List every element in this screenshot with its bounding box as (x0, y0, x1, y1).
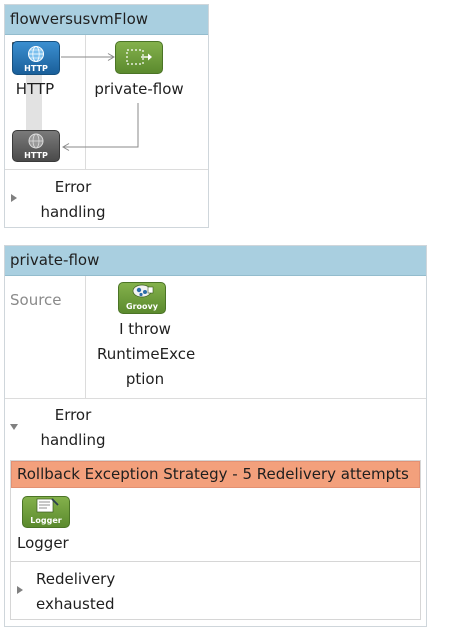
http-response-caption: HTTP (24, 151, 48, 160)
groovy-label-line2: RuntimeExce (97, 345, 196, 363)
error-handling-line1: Error (54, 178, 92, 196)
error-handling-line2: handling (40, 203, 106, 221)
expand-redelivery-icon[interactable] (17, 586, 23, 594)
redelivery-divider (11, 561, 420, 562)
redelivery-line2: exhausted (36, 595, 115, 613)
http-response-icon[interactable]: HTTP (12, 130, 60, 162)
redelivery-line1: Redelivery (36, 570, 116, 588)
rollback-strategy-title[interactable]: Rollback Exception Strategy - 5 Redelive… (11, 461, 420, 488)
flow-title[interactable]: flowversusvmFlow (5, 5, 208, 35)
flow-reference-icon[interactable] (115, 41, 163, 74)
logger-label: Logger (17, 534, 69, 552)
error-divider (5, 169, 208, 170)
source-label: Source (10, 291, 62, 309)
logger-icon-caption: Logger (30, 516, 62, 525)
error-handling-line2: handling (40, 431, 106, 449)
expand-error-handling-icon[interactable] (11, 194, 17, 202)
private-flow-label: private-flow (94, 80, 184, 98)
flow-panel-private-flow: private-flow Source Groovy I throw Runti… (4, 245, 427, 627)
groovy-label: I throw RuntimeExce ption (97, 317, 196, 392)
http-globe-icon[interactable]: HTTP (12, 41, 60, 75)
groovy-label-line1: I throw (119, 320, 171, 338)
logger-icon[interactable]: Logger (22, 496, 70, 528)
groovy-icon-caption: Groovy (126, 302, 158, 311)
error-handling-line1: Error (54, 406, 92, 424)
redelivery-exhausted-label[interactable]: Redelivery exhausted (31, 567, 132, 617)
error-handling-label[interactable]: Error handling (25, 403, 121, 453)
rollback-strategy-container: Rollback Exception Strategy - 5 Redelive… (10, 460, 421, 620)
arrow-http-to-flowref (61, 53, 115, 61)
collapse-error-handling-icon[interactable] (10, 424, 18, 430)
groovy-script-icon[interactable]: Groovy (118, 282, 166, 314)
error-handling-label[interactable]: Error handling (25, 175, 121, 225)
flow-panel-flowversusvmflow: flowversusvmFlow HTTP HTTP private-flow … (4, 4, 209, 228)
process-divider (5, 398, 426, 399)
groovy-label-line3: ption (125, 370, 165, 388)
source-divider (85, 276, 86, 398)
arrow-flowref-to-response (62, 103, 139, 151)
http-icon-caption: HTTP (24, 64, 48, 73)
flow-title[interactable]: private-flow (5, 246, 426, 276)
http-label: HTTP (15, 80, 55, 98)
